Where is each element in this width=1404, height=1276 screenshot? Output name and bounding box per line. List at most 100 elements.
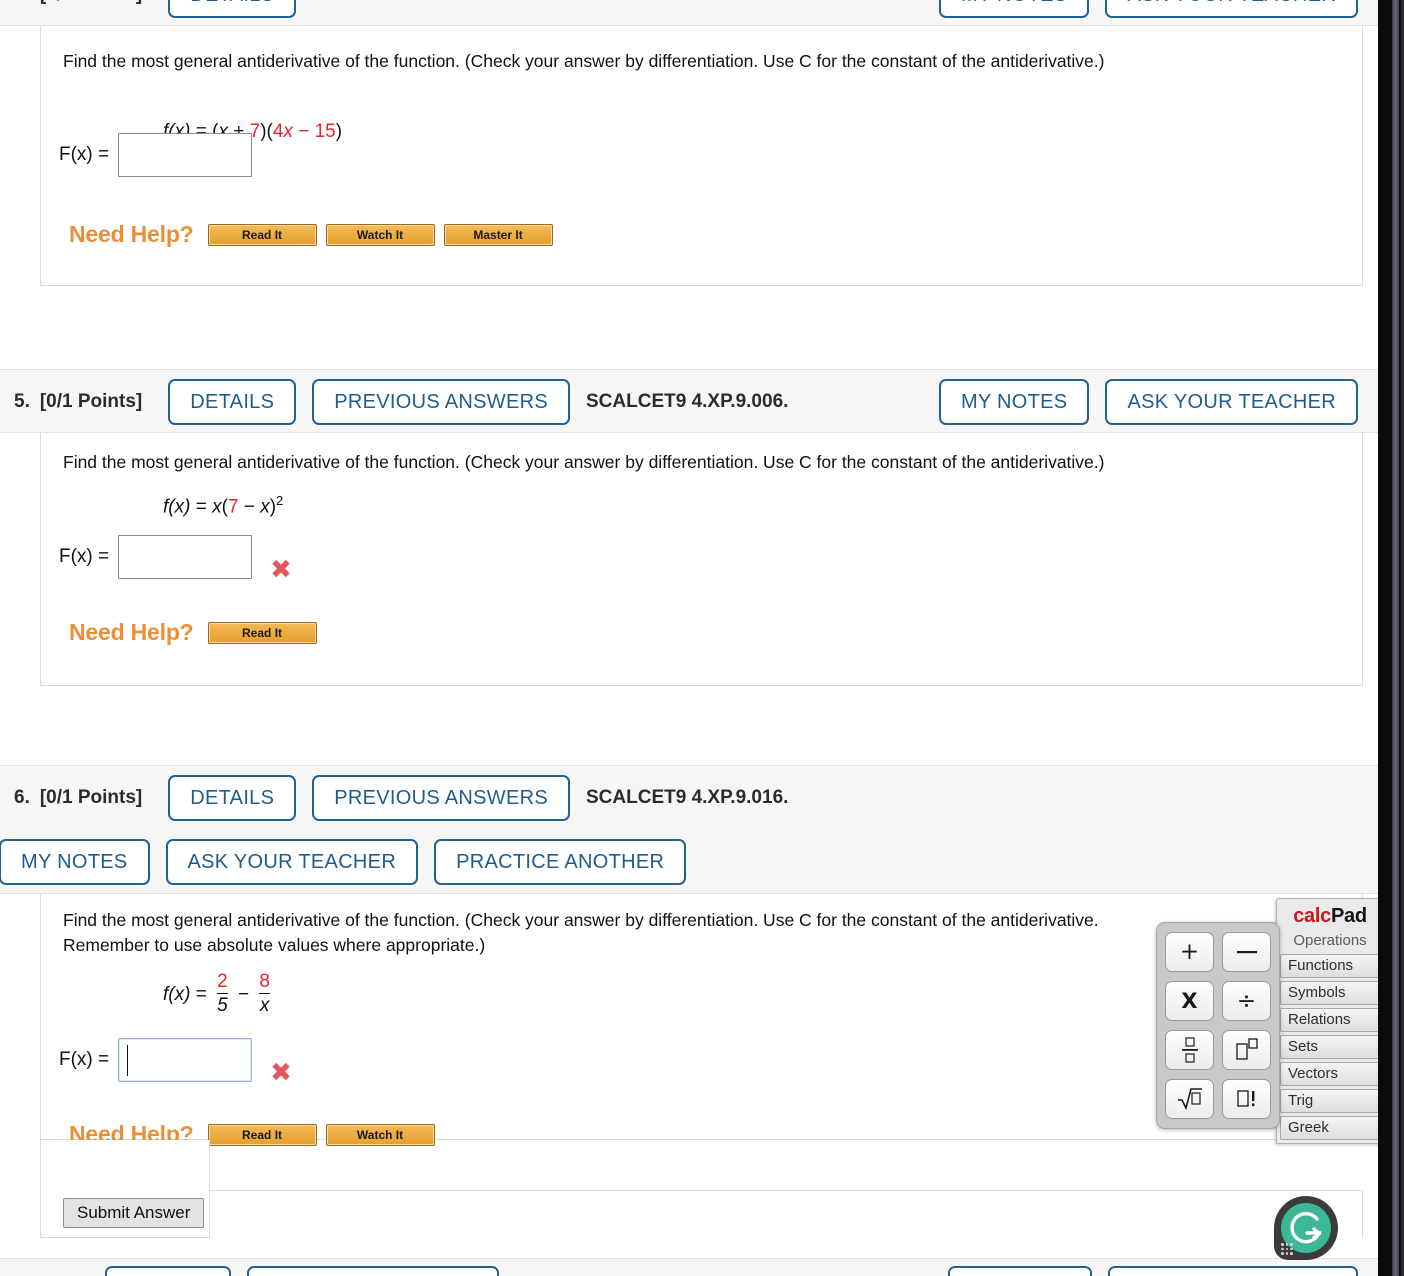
calcpad-item-trig[interactable]: Trig	[1280, 1089, 1378, 1113]
multiply-key[interactable]: X	[1165, 981, 1214, 1021]
question-6-submit-wrap: Submit Answer	[63, 1198, 205, 1228]
question-4-header: 4. [–/1 Points] DETAILS SCALCET9 4.XP.9.…	[0, 0, 1378, 26]
calcpad-title-rest: Pad	[1330, 905, 1367, 927]
question-5-details-button[interactable]: DETAILS	[168, 379, 297, 425]
formula-minus: −	[243, 496, 255, 518]
question-4-number: 4.	[14, 0, 30, 6]
calcpad-title-accent: calc	[1293, 905, 1331, 927]
question-4-ask-teacher-button[interactable]: ASK YOUR TEACHER	[1105, 0, 1358, 18]
formula-lhs: f(x)	[163, 496, 191, 518]
fraction-2-denominator: x	[259, 993, 270, 1016]
fraction-1-denominator: 5	[217, 993, 228, 1016]
calcpad-item-functions[interactable]: Functions	[1280, 954, 1378, 978]
grammarly-badge[interactable]	[1274, 1196, 1338, 1260]
question-5-ask-teacher-button[interactable]: ASK YOUR TEACHER	[1105, 379, 1358, 425]
calcpad-item-sets[interactable]: Sets	[1280, 1035, 1378, 1059]
question-4-master-it-button[interactable]: Master It	[443, 223, 553, 246]
fraction-key[interactable]	[1165, 1030, 1214, 1070]
question-5-read-it-button[interactable]: Read It	[207, 621, 317, 644]
fraction-1-numerator: 2	[217, 971, 228, 992]
question-6-answer-label: F(x) =	[59, 1049, 110, 1070]
question-5-incorrect-icon: ✖	[270, 555, 292, 585]
calcpad-panel: calcPad Operations Functions Symbols Rel…	[1276, 898, 1378, 1144]
formula-fraction-1: 2 5	[217, 971, 228, 1017]
question-6-read-it-button[interactable]: Read It	[207, 1123, 317, 1146]
factorial-key[interactable]	[1222, 1079, 1271, 1119]
question-6-details-button[interactable]: DETAILS	[168, 775, 297, 821]
question-5-need-help-label: Need Help?	[69, 619, 194, 645]
calcpad-title: calcPad	[1277, 903, 1378, 932]
plus-key[interactable]: +	[1165, 932, 1214, 972]
calcpad-item-relations[interactable]: Relations	[1280, 1008, 1378, 1032]
submit-row-rule	[210, 1190, 1363, 1238]
question-4-my-notes-button[interactable]: MY NOTES	[938, 0, 1090, 18]
question-4-details-button[interactable]: DETAILS	[168, 0, 297, 18]
page-viewport: 4. [–/1 Points] DETAILS SCALCET9 4.XP.9.…	[0, 0, 1378, 1276]
page-root: 4. [–/1 Points] DETAILS SCALCET9 4.XP.9.…	[0, 0, 1404, 1276]
question-4-watch-it-button[interactable]: Watch It	[325, 223, 435, 246]
question-6-previous-answers-button[interactable]: PREVIOUS ANSWERS	[312, 775, 570, 821]
question-6-submit-box: Submit Answer	[40, 1140, 210, 1238]
sqrt-key[interactable]	[1165, 1079, 1214, 1119]
question-5-previous-answers-button[interactable]: PREVIOUS ANSWERS	[312, 379, 570, 425]
question-4-answer-input[interactable]	[118, 133, 253, 177]
question-6-my-notes-button[interactable]: MY NOTES	[0, 839, 150, 885]
formula-exponent: 2	[276, 493, 284, 508]
question-6-points: [0/1 Points]	[39, 787, 143, 808]
question-6-prompt-line-2: Remember to use absolute values where ap…	[63, 935, 486, 955]
question-4-read-it-button[interactable]: Read It	[207, 223, 317, 246]
calcpad-item-symbols[interactable]: Symbols	[1280, 981, 1378, 1005]
question-5-number: 5.	[14, 391, 30, 412]
formula-seven: 7	[227, 496, 239, 518]
calcpad-item-greek[interactable]: Greek	[1280, 1116, 1378, 1140]
question-5-points: [0/1 Points]	[39, 391, 143, 412]
calcpad-item-vectors[interactable]: Vectors	[1280, 1062, 1378, 1086]
question-6-prompt-line-1: Find the most general antiderivative of …	[63, 910, 1099, 930]
minus-key[interactable]	[1222, 932, 1271, 972]
question-6-answer-row: F(x) = ✖	[59, 1034, 292, 1086]
question-5-answer-label: F(x) =	[59, 546, 110, 567]
formula-fifteen: 15	[314, 121, 336, 142]
question-7-ask-teacher-button[interactable]	[1108, 1266, 1358, 1276]
question-6-answer-input[interactable]	[118, 1038, 253, 1082]
formula-close-paren: )	[335, 121, 343, 142]
formula-four: 4	[272, 121, 284, 142]
question-5-my-notes-button[interactable]: MY NOTES	[938, 379, 1090, 425]
exponent-key[interactable]	[1222, 1030, 1271, 1070]
question-5-code: SCALCET9 4.XP.9.006.	[586, 391, 789, 412]
question-7-previous-answers-button[interactable]	[246, 1266, 499, 1276]
question-5-body: Find the most general antiderivative of …	[40, 433, 1363, 686]
question-7-details-button[interactable]	[104, 1266, 231, 1276]
question-6-header: 6. [0/1 Points] DETAILS PREVIOUS ANSWERS…	[0, 765, 1378, 894]
question-4-answer-row: F(x) =	[59, 133, 253, 177]
question-6-incorrect-icon: ✖	[270, 1058, 292, 1088]
formula-equals: =	[195, 496, 207, 518]
formula-x-inner: x	[260, 496, 270, 518]
question-5-formula: f(x) = x(7 − x)2	[163, 493, 283, 518]
question-7-my-notes-button[interactable]	[948, 1266, 1092, 1276]
submit-answer-button[interactable]: Submit Answer	[63, 1198, 205, 1228]
scrollbar-thumb[interactable]	[1392, 0, 1399, 1276]
browser-scrollbar-gutter[interactable]	[1378, 0, 1404, 1276]
question-7-header-clipped: 7. [0/1]	[0, 1258, 1378, 1276]
question-4-need-help-label: Need Help?	[69, 221, 194, 247]
formula-lhs: f(x)	[163, 984, 191, 1006]
question-4-code: SCALCET9 4.XP.9.005.MI.	[312, 0, 541, 6]
question-5-answer-input[interactable]	[118, 535, 253, 579]
formula-minus: −	[298, 121, 310, 142]
question-4-body: Find the most general antiderivative of …	[40, 26, 1363, 286]
question-5-prompt: Find the most general antiderivative of …	[63, 452, 1105, 472]
question-6-watch-it-button[interactable]: Watch It	[325, 1123, 435, 1146]
grammarly-drag-dots[interactable]	[1281, 1243, 1293, 1255]
question-4-answer-label: F(x) =	[59, 144, 110, 165]
question-6-practice-another-button[interactable]: PRACTICE ANOTHER	[434, 839, 687, 885]
formula-close-open-paren: )(	[260, 121, 273, 142]
divide-key[interactable]: ÷	[1222, 981, 1271, 1021]
formula-x-outer: x	[212, 496, 222, 518]
calcpad-operations-label[interactable]: Operations	[1277, 932, 1378, 954]
text-caret	[127, 1045, 129, 1076]
formula-equals: =	[195, 984, 207, 1006]
question-6-ask-teacher-button[interactable]: ASK YOUR TEACHER	[165, 839, 419, 885]
question-4-need-help: Need Help? Read It Watch It Master It	[69, 221, 562, 248]
question-6-code: SCALCET9 4.XP.9.016.	[586, 787, 789, 808]
